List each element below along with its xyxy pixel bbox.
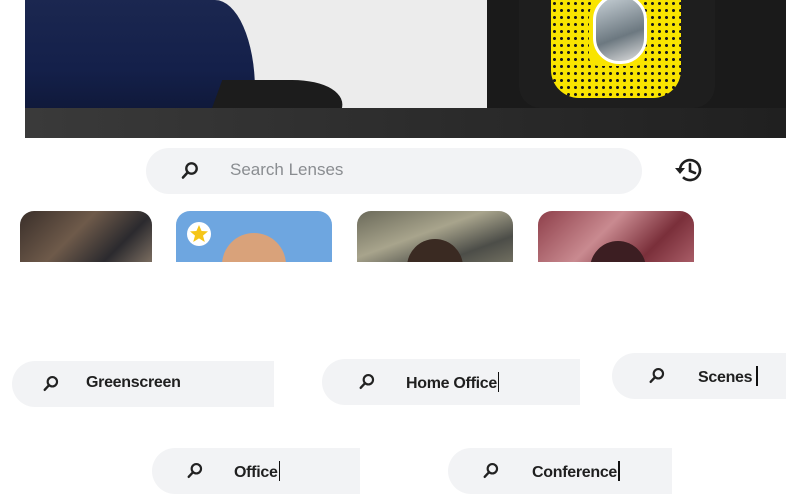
search-chip-greenscreen[interactable]: Greenscreen bbox=[12, 361, 274, 407]
text-caret bbox=[497, 372, 500, 392]
search-icon bbox=[42, 375, 60, 397]
camera-preview bbox=[25, 0, 786, 138]
search-icon bbox=[482, 462, 500, 484]
text-caret bbox=[756, 366, 758, 386]
lens-tile[interactable] bbox=[176, 211, 332, 262]
camera-feed bbox=[25, 0, 487, 108]
lens-thumbnail-face bbox=[222, 233, 286, 262]
chip-label: Conference bbox=[532, 461, 620, 482]
search-chip-office[interactable]: Office bbox=[152, 448, 360, 494]
lens-tile[interactable] bbox=[20, 211, 152, 262]
chip-text: Office bbox=[234, 464, 278, 481]
search-icon bbox=[358, 373, 376, 395]
text-caret bbox=[278, 461, 281, 481]
text-caret bbox=[618, 461, 620, 481]
search-icon bbox=[186, 462, 204, 484]
lens-tile[interactable] bbox=[357, 211, 513, 262]
chip-text: Home Office bbox=[406, 375, 497, 392]
history-button[interactable] bbox=[670, 154, 708, 190]
snapcode-container bbox=[519, 0, 715, 108]
chip-label: Home Office bbox=[406, 372, 500, 393]
lens-thumbnail-face bbox=[407, 239, 463, 262]
search-icon bbox=[180, 161, 200, 185]
search-placeholder: Search Lenses bbox=[230, 160, 344, 179]
chip-text: Conference bbox=[532, 464, 618, 481]
search-lenses-input[interactable]: Search Lenses bbox=[146, 148, 642, 194]
search-icon bbox=[648, 367, 666, 389]
search-chip-home-office[interactable]: Home Office bbox=[322, 359, 580, 405]
lens-thumbnail-face bbox=[590, 241, 646, 262]
snapcode[interactable] bbox=[551, 0, 681, 98]
chip-label: Greenscreen bbox=[86, 374, 181, 391]
snapcode-avatar bbox=[593, 0, 647, 64]
lens-tile[interactable] bbox=[538, 211, 694, 262]
search-chip-scenes[interactable]: Scenes bbox=[612, 353, 786, 399]
search-chip-conference[interactable]: Conference bbox=[448, 448, 672, 494]
chip-text: Scenes bbox=[698, 369, 753, 386]
star-icon bbox=[186, 221, 212, 247]
lens-carousel bbox=[0, 211, 786, 262]
chair bbox=[207, 80, 353, 108]
preview-bottom-bar bbox=[25, 108, 786, 138]
chip-label: Scenes bbox=[698, 366, 758, 387]
chip-label: Office bbox=[234, 461, 281, 482]
history-icon bbox=[672, 153, 706, 191]
